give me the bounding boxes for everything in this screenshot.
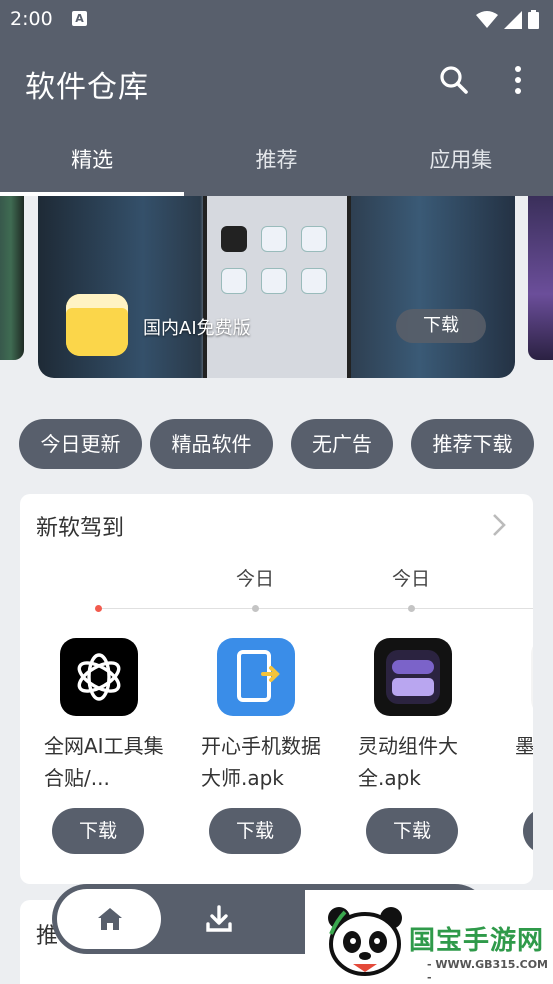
banner-prev-peek[interactable] [0,196,24,360]
timeline-day: 今日 [391,568,430,590]
timeline-dot [408,605,415,612]
status-time: 2:00 [10,8,53,30]
chip-today-updates[interactable]: 今日更新 [19,419,142,469]
folder-app-icon [66,294,128,356]
tab-featured[interactable]: 精选 [0,138,185,196]
signal-icon [504,10,522,29]
download-button[interactable]: 下载 [209,808,301,854]
wifi-icon [476,10,498,28]
app-icon[interactable] [531,638,533,716]
system-icons [476,10,539,29]
quick-filter-chips: 今日更新 精品软件 无广告 推荐下载 [0,419,553,469]
release-timeline: 今日 今日 [20,564,533,614]
battery-icon [528,10,539,29]
panda-logo-icon [328,907,402,976]
chip-premium-software[interactable]: 精品软件 [150,419,273,469]
app-title: 软件仓库 [25,70,149,105]
tab-bar: 精选 推荐 应用集 [0,138,553,196]
watermark-brand: 国宝手游网 [409,926,545,956]
phone-transfer-icon[interactable] [217,638,295,716]
notification-a-icon: A [72,11,87,26]
chatgpt-icon[interactable] [60,638,138,716]
banner-download-button[interactable]: 下载 [396,309,486,343]
search-icon[interactable] [438,64,470,96]
chip-recommended-downloads[interactable]: 推荐下载 [411,419,534,469]
home-icon [98,908,122,930]
chip-no-ads[interactable]: 无广告 [291,419,393,469]
download-button[interactable]: 下载 [366,808,458,854]
banner-card[interactable]: 国内AI免费版 下载 [38,196,515,378]
watermark-url: - WWW.GB315.COM - [427,958,548,984]
banner-phone-image [203,196,351,378]
timeline-dot [252,605,259,612]
app-name: 开心手机数据大师.apk [201,734,321,790]
app-name: 灵动组件大全.apk [358,734,458,790]
dynamic-island-icon[interactable] [374,638,452,716]
app-name: 墨名 [515,734,533,758]
download-button[interactable]: 下载 [523,808,533,854]
timeline-line [100,608,533,609]
more-options-icon[interactable] [508,64,528,96]
banner-next-peek[interactable] [528,196,553,360]
tab-recommended[interactable]: 推荐 [184,138,368,196]
nav-home[interactable] [57,889,161,949]
app-bar: 软件仓库 精选 推荐 应用集 [0,38,553,196]
site-watermark: 国宝手游网 - WWW.GB315.COM - [305,890,553,984]
chevron-right-icon[interactable] [490,512,508,538]
new-arrivals-card: 新软驾到 今日 今日 全网AI工具集合贴/... 下载 开心手机数据大师.apk… [20,494,533,884]
timeline-day: 今日 [235,568,274,590]
new-arrivals-title: 新软驾到 [36,516,125,541]
app-name: 全网AI工具集合贴/... [44,734,164,790]
download-icon[interactable] [204,904,234,934]
download-button[interactable]: 下载 [52,808,144,854]
banner-caption: 国内AI免费版 [143,318,251,339]
status-bar: 2:00 A [0,0,553,38]
banner-carousel[interactable]: 国内AI免费版 下载 [0,196,553,380]
tab-app-collections[interactable]: 应用集 [369,138,553,196]
timeline-dot-current [95,605,102,612]
